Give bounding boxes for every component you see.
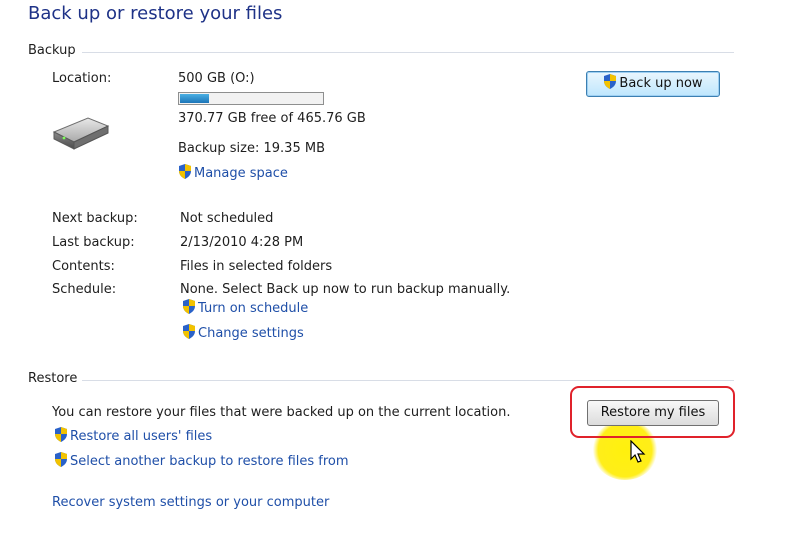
back-up-now-label: Back up now	[619, 76, 703, 91]
change-settings-link[interactable]: Change settings	[182, 324, 304, 341]
hard-drive-icon	[50, 112, 110, 152]
turn-on-schedule-label: Turn on schedule	[198, 301, 309, 316]
next-backup-label: Next backup:	[52, 211, 138, 226]
manage-space-label: Manage space	[194, 166, 288, 181]
backup-section-label: Backup	[28, 43, 76, 58]
last-backup-label: Last backup:	[52, 235, 135, 250]
disk-usage-fill	[180, 94, 209, 103]
manage-space-link[interactable]: Manage space	[178, 164, 288, 181]
location-value: 500 GB (O:)	[178, 71, 255, 86]
contents-label: Contents:	[52, 259, 115, 274]
mouse-cursor-icon	[630, 439, 646, 464]
restore-divider	[82, 380, 734, 381]
restore-all-users-link[interactable]: Restore all users' files	[54, 427, 212, 444]
change-settings-label: Change settings	[198, 326, 304, 341]
schedule-label: Schedule:	[52, 282, 117, 297]
back-up-now-button[interactable]: Back up now	[586, 71, 720, 97]
contents-value: Files in selected folders	[180, 259, 333, 274]
next-backup-value: Not scheduled	[180, 211, 274, 226]
restore-all-users-label: Restore all users' files	[70, 429, 213, 444]
free-space-text: 370.77 GB free of 465.76 GB	[178, 111, 366, 126]
uac-shield-icon	[182, 299, 196, 314]
disk-usage-bar	[178, 92, 324, 105]
select-another-backup-label: Select another backup to restore files f…	[70, 454, 349, 469]
uac-shield-icon	[54, 427, 68, 442]
page-title: Back up or restore your files	[28, 3, 283, 24]
uac-shield-icon	[182, 324, 196, 339]
uac-shield-icon	[54, 452, 68, 467]
select-another-backup-link[interactable]: Select another backup to restore files f…	[54, 452, 349, 469]
backup-divider	[82, 52, 734, 53]
turn-on-schedule-link[interactable]: Turn on schedule	[182, 299, 308, 316]
location-label: Location:	[52, 71, 112, 86]
restore-description: You can restore your files that were bac…	[52, 405, 511, 420]
schedule-value: None. Select Back up now to run backup m…	[180, 282, 511, 297]
last-backup-value: 2/13/2010 4:28 PM	[180, 235, 304, 250]
recover-system-link[interactable]: Recover system settings or your computer	[52, 495, 329, 510]
uac-shield-icon	[603, 74, 617, 89]
uac-shield-icon	[178, 164, 192, 179]
backup-size-text: Backup size: 19.35 MB	[178, 141, 325, 156]
restore-section-label: Restore	[28, 371, 78, 386]
restore-my-files-button[interactable]: Restore my files	[587, 400, 719, 426]
